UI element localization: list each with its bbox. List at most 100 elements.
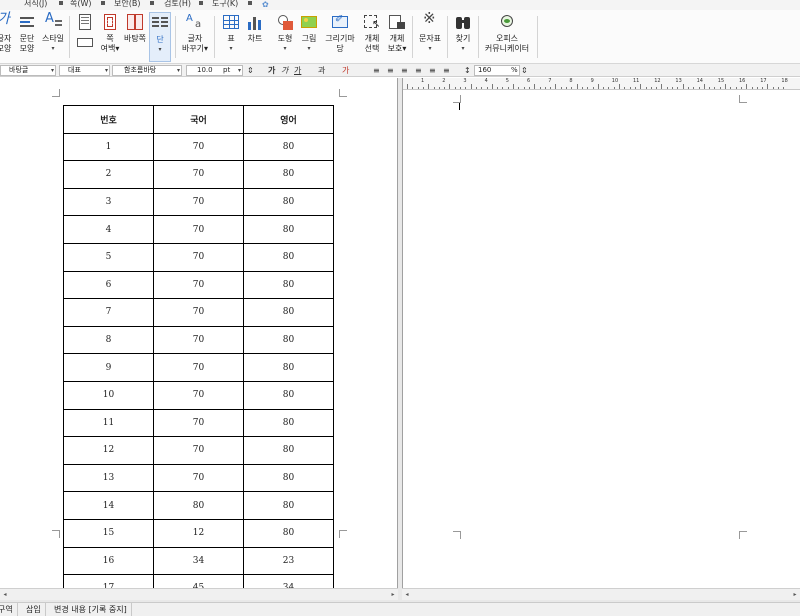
paragraph-shape-button[interactable]: 문단 모양 (16, 12, 38, 62)
cell-number[interactable]: 16 (63, 546, 154, 576)
status-track-changes[interactable]: 변경 내용 [기록 중지] (50, 603, 132, 616)
header-number[interactable]: 번호 (63, 105, 154, 134)
status-section[interactable]: 구역 (0, 603, 18, 616)
cell-number[interactable]: 12 (63, 436, 154, 465)
scroll-right-icon[interactable]: ▸ (388, 590, 398, 600)
horizontal-ruler[interactable]: 1 2 3 4 5 6 7 8 9 10 11 12 13 14 15 16 17 18 (403, 78, 800, 90)
cell-korean[interactable]: 12 (153, 518, 244, 548)
cell-korean[interactable]: 80 (153, 491, 244, 520)
page-margin-button[interactable]: 쪽 여백▾ (98, 12, 122, 62)
cell-number[interactable]: 15 (63, 518, 154, 548)
shape-button[interactable]: 도형 ▾ (274, 12, 296, 62)
cell-english[interactable]: 80 (243, 463, 334, 493)
cell-korean[interactable]: 70 (153, 270, 244, 300)
cell-english[interactable]: 23 (243, 546, 334, 576)
align-left-icon[interactable]: ≡ (387, 65, 394, 76)
status-insert-mode[interactable]: 삽입 (22, 603, 46, 616)
underline-icon[interactable]: 가 (294, 65, 301, 76)
cell-number[interactable]: 7 (63, 298, 154, 327)
cell-korean[interactable]: 34 (153, 546, 244, 576)
cell-number[interactable]: 11 (63, 408, 154, 438)
cell-number[interactable]: 6 (63, 270, 154, 300)
align-distribute-icon[interactable]: ≡ (429, 65, 436, 76)
cell-korean[interactable]: 70 (153, 325, 244, 355)
master-page-button[interactable]: 바탕쪽 (122, 12, 148, 62)
cell-english[interactable]: 80 (243, 408, 334, 438)
left-horizontal-scrollbar[interactable]: ◂ ▸ (0, 588, 398, 600)
right-horizontal-scrollbar[interactable]: ◂ ▸ (402, 588, 800, 600)
align-center-icon[interactable]: ≡ (401, 65, 408, 76)
symbol-button[interactable]: ※ 문자표 ▾ (416, 11, 444, 62)
cell-english[interactable]: 80 (243, 325, 334, 355)
line-spacing-icon[interactable]: ↕ (464, 65, 471, 76)
language-select[interactable]: 대표 ▾ (59, 65, 110, 76)
picture-button[interactable]: 그림 ▾ (298, 12, 320, 62)
cell-korean[interactable]: 70 (153, 436, 244, 465)
menu-page[interactable]: 쪽(W) (70, 0, 92, 9)
menu-review[interactable]: 검토(H) (164, 0, 191, 9)
font-select[interactable]: 함초롬바탕 ▾ (112, 65, 182, 76)
chart-button[interactable]: 차트 (244, 12, 266, 62)
cell-korean[interactable]: 70 (153, 215, 244, 244)
cell-number[interactable]: 13 (63, 463, 154, 493)
scroll-right-icon[interactable]: ▸ (790, 590, 800, 600)
cell-korean[interactable]: 70 (153, 132, 244, 162)
header-korean[interactable]: 국어 (153, 105, 244, 134)
cell-number[interactable]: 17 (63, 574, 154, 588)
cell-number[interactable]: 10 (63, 380, 154, 410)
cell-number[interactable]: 9 (63, 353, 154, 382)
cell-korean[interactable]: 70 (153, 160, 244, 189)
cell-english[interactable]: 80 (243, 518, 334, 548)
cell-english[interactable]: 80 (243, 298, 334, 327)
scroll-left-icon[interactable]: ◂ (0, 590, 10, 600)
header-english[interactable]: 영어 (243, 105, 334, 134)
italic-icon[interactable]: 가 (281, 65, 288, 76)
cell-korean[interactable]: 70 (153, 463, 244, 493)
align-right-icon[interactable]: ≡ (415, 65, 422, 76)
style-select[interactable]: 바탕글 ▾ (0, 65, 56, 76)
cell-english[interactable]: 80 (243, 215, 334, 244)
columns-button[interactable]: 단 ▾ (149, 12, 171, 62)
align-justify-icon[interactable]: ≡ (373, 65, 380, 76)
cell-korean[interactable]: 70 (153, 298, 244, 327)
drawing-button[interactable]: ✐ 그리기마당 (322, 12, 358, 62)
zoom-field[interactable]: 160 % (474, 65, 520, 76)
office-community-button[interactable]: 오피스 커뮤니케이터 (482, 12, 532, 62)
strikethrough-icon[interactable]: 과 (318, 65, 325, 76)
cell-english[interactable]: 80 (243, 242, 334, 272)
cell-korean[interactable]: 70 (153, 242, 244, 272)
cell-english[interactable]: 34 (243, 574, 334, 588)
page-layout-button[interactable] (73, 12, 97, 62)
font-size-field[interactable]: 10.0 pt ▾ (186, 65, 243, 76)
font-color-icon[interactable]: 가 (342, 65, 349, 76)
cell-korean[interactable]: 45 (153, 574, 244, 588)
stepper-icon[interactable]: ⇕ (247, 65, 254, 76)
cell-number[interactable]: 4 (63, 215, 154, 244)
menu-tools[interactable]: 도구(K) (212, 0, 238, 9)
object-select-button[interactable]: ↖ 개체 선택 (361, 12, 383, 62)
left-page-view[interactable]: 번호 국어 영어 1 70 80 2 70 80 3 70 80 4 70 80 5 70 80 6 70 80 7… (0, 78, 398, 588)
cell-korean[interactable]: 70 (153, 408, 244, 438)
replace-text-button[interactable]: A a 글자 바꾸기▾ (180, 12, 210, 62)
cell-english[interactable]: 80 (243, 132, 334, 162)
cell-english[interactable]: 80 (243, 353, 334, 382)
cell-english[interactable]: 80 (243, 270, 334, 300)
cell-english[interactable]: 80 (243, 491, 334, 520)
right-page-view[interactable]: 1 2 3 4 5 6 7 8 9 10 11 12 13 14 15 16 17 18 (402, 78, 800, 588)
cell-english[interactable]: 80 (243, 436, 334, 465)
bold-icon[interactable]: 가 (268, 65, 275, 76)
table-button[interactable]: 표 ▾ (220, 12, 242, 62)
cell-number[interactable]: 14 (63, 491, 154, 520)
cell-english[interactable]: 80 (243, 160, 334, 189)
cell-number[interactable]: 1 (63, 132, 154, 162)
object-protect-button[interactable]: 개체 보호▾ (385, 12, 409, 62)
cell-english[interactable]: 80 (243, 380, 334, 410)
cell-korean[interactable]: 70 (153, 353, 244, 382)
cell-korean[interactable]: 70 (153, 380, 244, 410)
style-button[interactable]: A 스타일 ▾ (40, 12, 66, 62)
cell-number[interactable]: 2 (63, 160, 154, 189)
menu-security[interactable]: 보안(B) (114, 0, 140, 9)
char-shape-button[interactable]: 가 글자 모양 (0, 12, 14, 62)
find-button[interactable]: 찾기 ▾ (452, 12, 474, 62)
extra-menu-icon[interactable]: ✿ (262, 0, 269, 9)
